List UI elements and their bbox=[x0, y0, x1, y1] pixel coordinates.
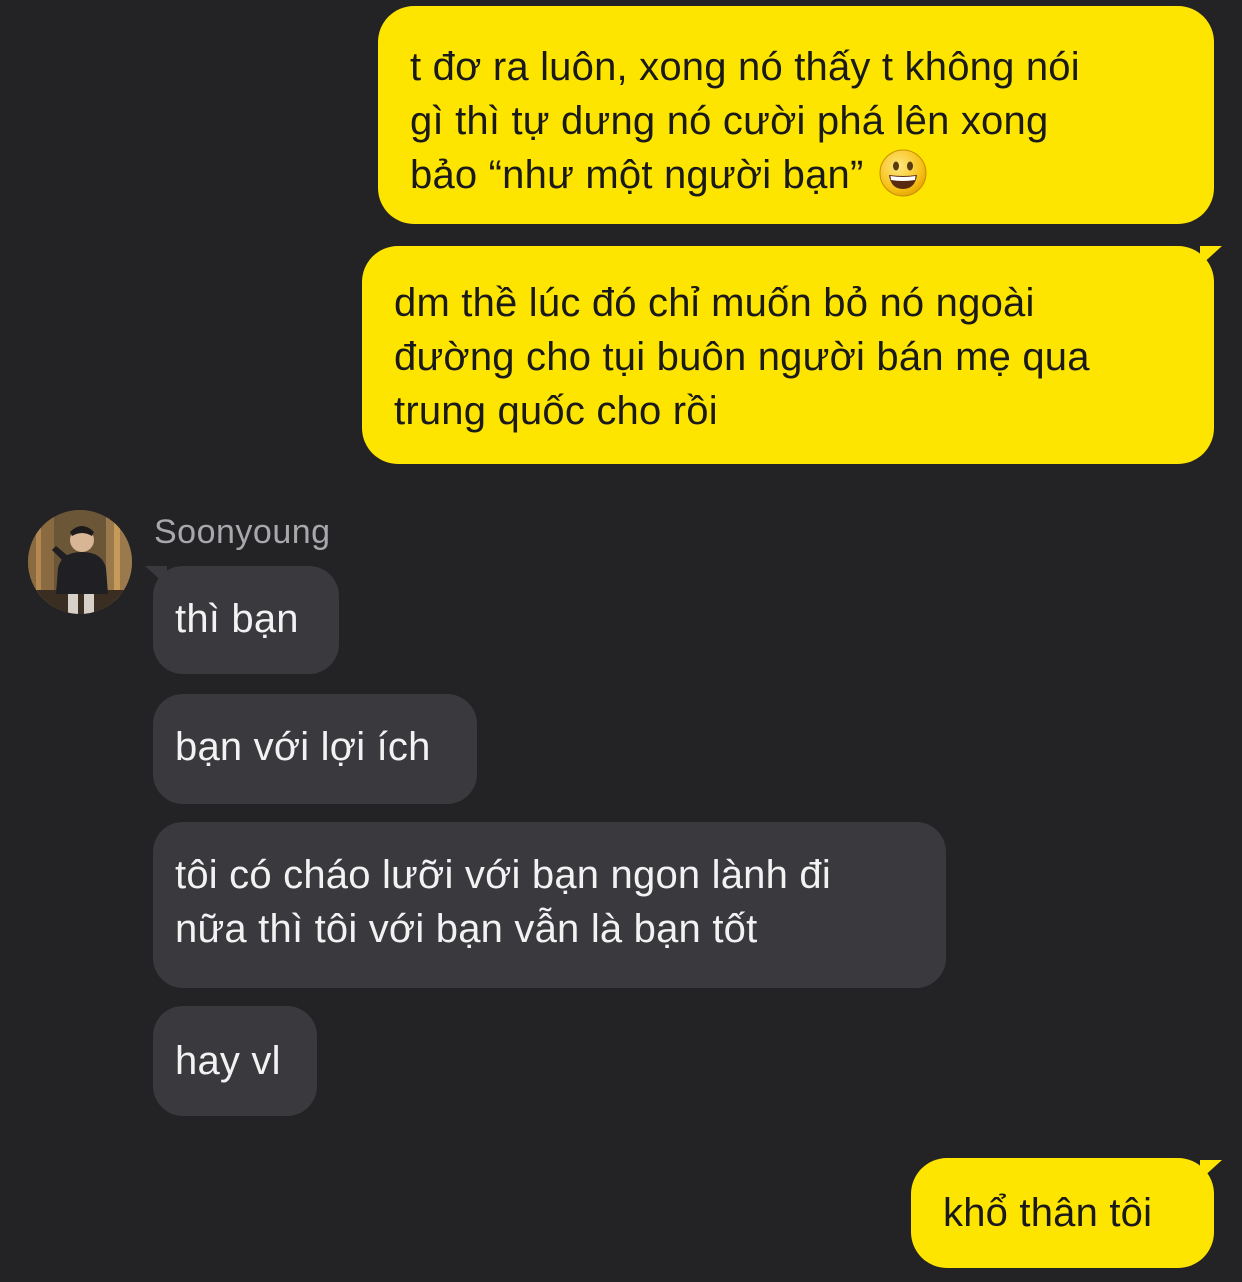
message-line: tôi có cháo lưỡi với bạn ngon lành đi bbox=[175, 853, 831, 897]
avatar[interactable] bbox=[28, 510, 132, 614]
message-line: đường cho tụi buôn người bán mẹ qua bbox=[394, 335, 1090, 379]
message-line: bạn với lợi ích bbox=[175, 725, 431, 769]
message-line: dm thề lúc đó chỉ muốn bỏ nó ngoài bbox=[394, 281, 1035, 325]
incoming-message[interactable]: tôi có cháo lưỡi với bạn ngon lành đi nữ… bbox=[153, 822, 946, 988]
message-line: hay vl bbox=[175, 1039, 281, 1083]
incoming-message[interactable]: bạn với lợi ích bbox=[153, 694, 477, 804]
contact-name: Soonyoung bbox=[154, 513, 331, 551]
outgoing-message[interactable]: khổ thân tôi bbox=[911, 1158, 1214, 1268]
outgoing-message[interactable]: t đơ ra luôn, xong nó thấy t không nói g… bbox=[378, 6, 1214, 224]
message-line: nữa thì tôi với bạn vẫn là bạn tốt bbox=[175, 907, 758, 951]
message-line: bảo “như một người bạn” bbox=[410, 148, 1184, 202]
outgoing-message[interactable]: dm thề lúc đó chỉ muốn bỏ nó ngoài đường… bbox=[362, 246, 1214, 464]
message-line: t đơ ra luôn, xong nó thấy t không nói bbox=[410, 45, 1080, 89]
incoming-message[interactable]: thì bạn bbox=[153, 566, 339, 674]
chat-thread: t đơ ra luôn, xong nó thấy t không nói g… bbox=[0, 0, 1242, 1282]
grinning-face-icon bbox=[879, 149, 927, 197]
avatar-photo bbox=[28, 510, 132, 614]
message-line: thì bạn bbox=[175, 597, 299, 641]
message-line: gì thì tự dưng nó cười phá lên xong bbox=[410, 99, 1049, 143]
incoming-message[interactable]: hay vl bbox=[153, 1006, 317, 1116]
message-line-text: bảo “như một người bạn” bbox=[410, 153, 864, 197]
message-line: trung quốc cho rồi bbox=[394, 389, 718, 433]
message-line: khổ thân tôi bbox=[943, 1191, 1153, 1235]
